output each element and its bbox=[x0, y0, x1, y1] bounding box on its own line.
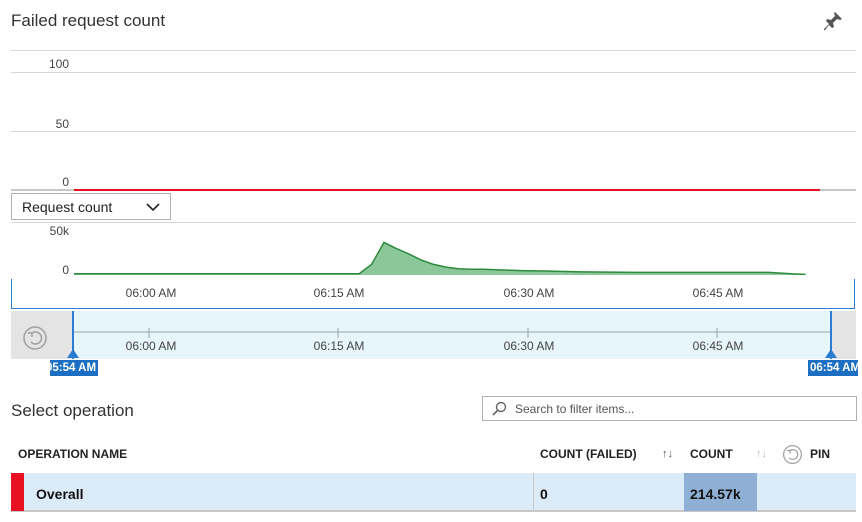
reset-zoom-button[interactable] bbox=[22, 325, 48, 351]
select-operation-title: Select operation bbox=[11, 401, 134, 420]
panel-title: Failed request count bbox=[11, 11, 166, 30]
operation-search-input[interactable] bbox=[513, 400, 847, 417]
navigator-xtick-0615: 06:15 AM bbox=[313, 339, 365, 353]
chevron-down-icon bbox=[146, 202, 160, 211]
status-flag bbox=[11, 473, 24, 511]
range-start-label: 05:54 AM bbox=[50, 360, 98, 376]
row-count-failed: 0 bbox=[540, 486, 548, 502]
navigator-axis bbox=[74, 328, 831, 338]
failed-gridline-50 bbox=[11, 131, 856, 132]
column-header-count[interactable]: COUNT bbox=[690, 447, 733, 461]
column-header-count-failed[interactable]: COUNT (FAILED) bbox=[540, 447, 637, 461]
column-header-operation-name[interactable]: OPERATION NAME bbox=[18, 447, 127, 461]
range-start-handle-arrow[interactable] bbox=[67, 349, 79, 358]
failed-gridline-100 bbox=[11, 72, 856, 73]
request-count-area bbox=[74, 242, 806, 275]
failed-ytick-50: 50 bbox=[55, 117, 69, 131]
navigator-xtick-0645: 06:45 AM bbox=[692, 339, 744, 353]
metric-dropdown[interactable]: Request count bbox=[11, 193, 171, 220]
column-header-pin: PIN bbox=[810, 447, 831, 461]
request-chart-top-divider bbox=[11, 222, 856, 223]
failed-ytick-100: 100 bbox=[48, 57, 69, 71]
brush-selection-frame bbox=[11, 279, 855, 309]
search-icon bbox=[492, 401, 507, 416]
column-separator bbox=[533, 473, 534, 511]
metric-dropdown-value: Request count bbox=[22, 198, 113, 215]
sort-count-failed-icon[interactable]: ↑↓ bbox=[662, 448, 673, 460]
row-operation-name: Overall bbox=[36, 486, 84, 502]
sort-count-icon[interactable]: ↑↓ bbox=[756, 448, 767, 460]
navigator-xtick-0600: 06:00 AM bbox=[125, 339, 177, 353]
header-divider bbox=[11, 50, 856, 51]
pin-icon bbox=[824, 12, 842, 30]
pin-column-undo-icon bbox=[783, 445, 802, 464]
undo-icon bbox=[23, 326, 47, 350]
navigator-xtick-0630: 06:30 AM bbox=[503, 339, 555, 353]
request-chart-plot bbox=[74, 241, 806, 276]
pin-button[interactable] bbox=[820, 8, 846, 34]
operation-search-box[interactable] bbox=[482, 396, 857, 421]
failed-chart-plot bbox=[11, 189, 856, 191]
row-count: 214.57k bbox=[690, 486, 741, 502]
range-end-label: 06:54 AM bbox=[808, 360, 858, 376]
range-end-handle-arrow[interactable] bbox=[825, 349, 837, 358]
